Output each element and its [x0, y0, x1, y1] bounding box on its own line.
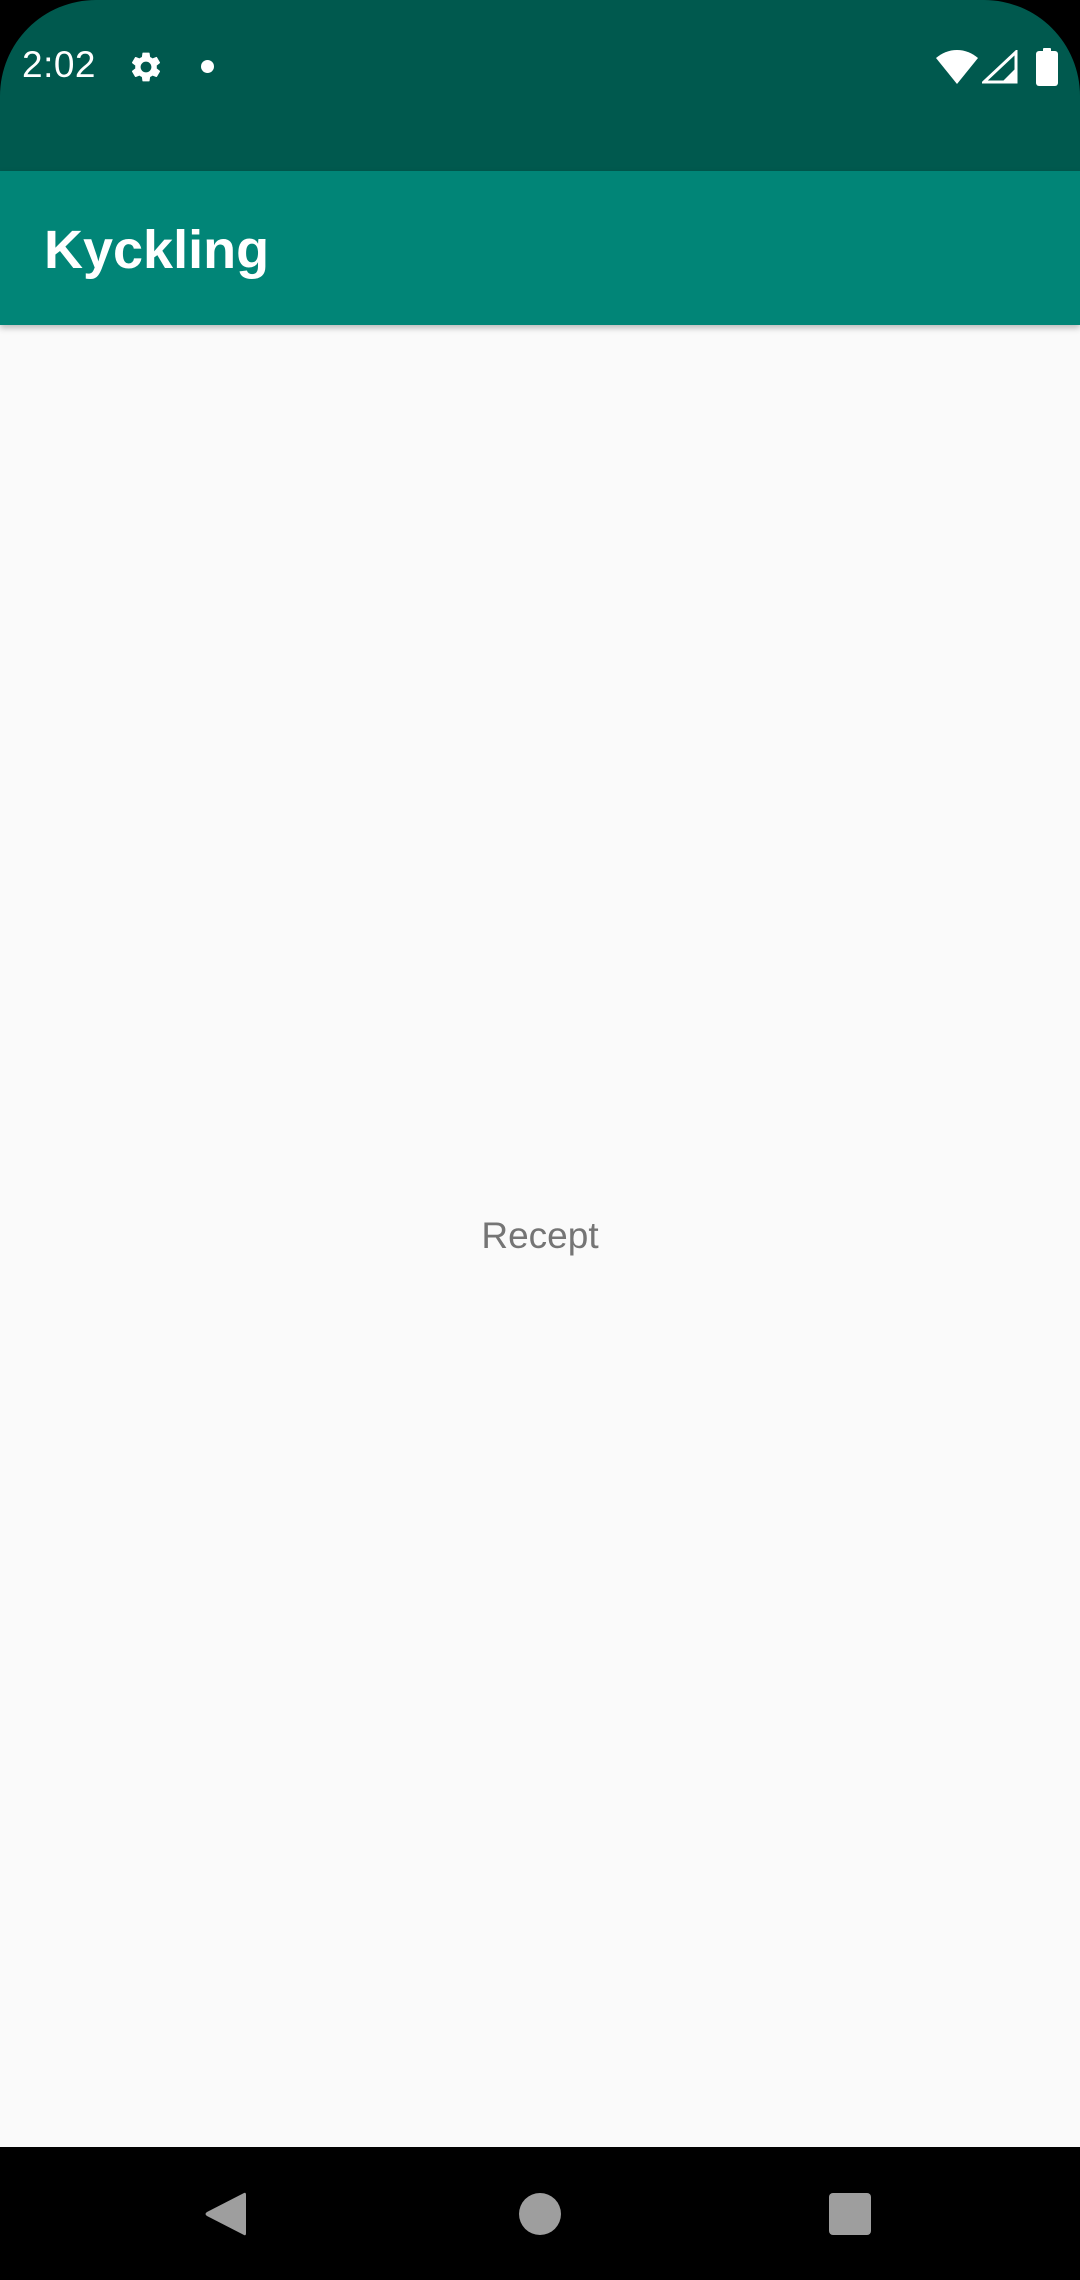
gear-icon [131, 52, 161, 82]
battery-icon [1036, 48, 1058, 86]
status-bar: 2:02 [0, 0, 1080, 171]
wifi-icon [936, 50, 978, 84]
page-title: Kyckling [44, 220, 270, 280]
notification-dot-icon [201, 60, 214, 73]
recents-icon[interactable] [829, 2193, 871, 2235]
main-content: Recept [0, 325, 1080, 2147]
status-time: 2:02 [22, 44, 97, 85]
back-icon[interactable] [204, 2191, 246, 2237]
cellular-signal-icon [982, 50, 1018, 84]
home-icon[interactable] [519, 2193, 561, 2235]
app-bar: Kyckling [0, 171, 1080, 325]
phone-screen: 2:02 Kyckling Recept [0, 0, 1080, 2280]
navigation-bar [0, 2147, 1080, 2280]
recept-label: Recept [481, 1215, 599, 1256]
